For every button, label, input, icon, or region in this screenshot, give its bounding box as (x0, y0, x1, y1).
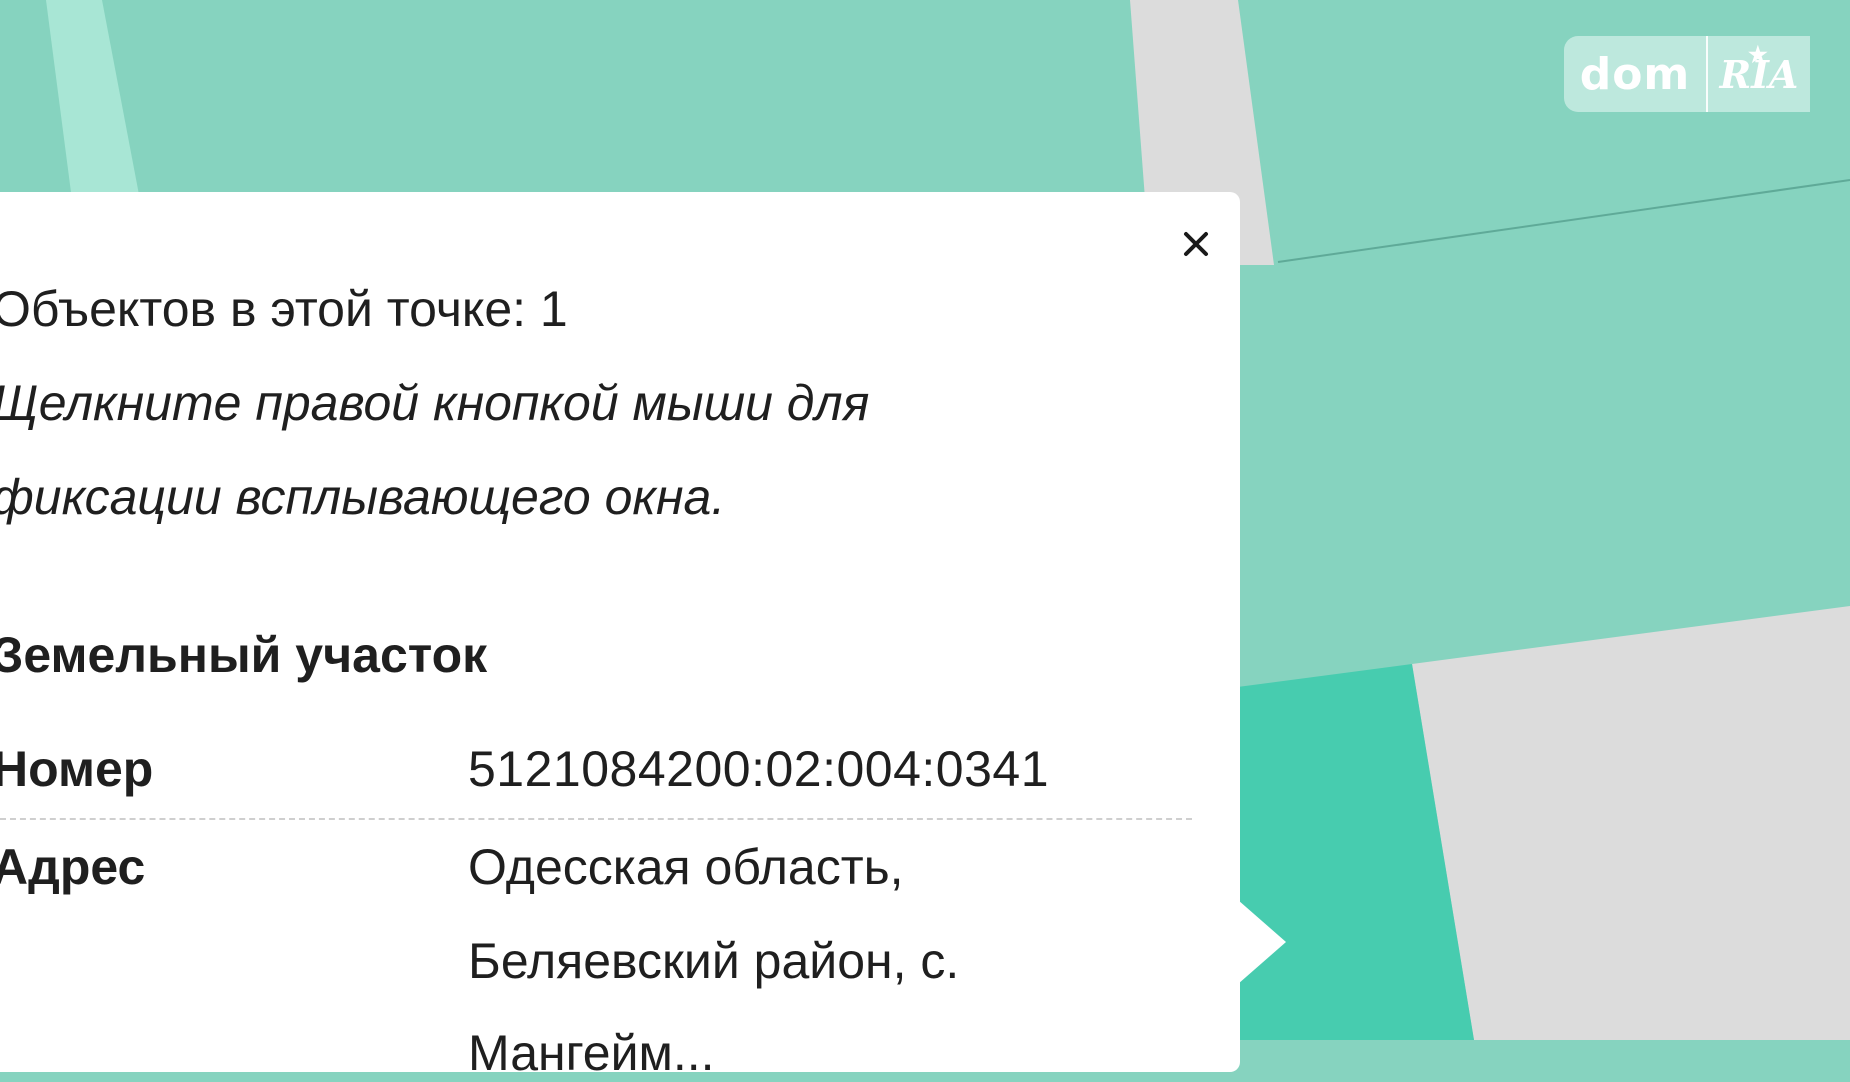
popup-pointer-arrow (1238, 900, 1286, 984)
popup-hint-line-1: Щелкните правой кнопкой мыши для (0, 375, 870, 431)
popup-hint-line-2: фиксации всплывающего окна. (0, 469, 726, 525)
domria-watermark-logo: dom ★ RIA (1564, 36, 1810, 112)
field-label-address: Адрес (0, 839, 146, 895)
address-value-line-1: Одесская область, (468, 839, 904, 895)
close-icon (1184, 232, 1208, 256)
watermark-dom-text: dom (1579, 48, 1691, 100)
popup-close-button[interactable] (1172, 220, 1220, 268)
address-value-line-2: Беляевский район, с. (468, 933, 960, 989)
section-title-land-plot: Земельный участок (0, 627, 488, 683)
objects-count-text: Объектов в этой точке: 1 (0, 281, 568, 337)
road-segment-lower (1412, 606, 1850, 1040)
field-label-number: Номер (0, 741, 154, 797)
star-icon: ★ (1748, 42, 1768, 68)
row-divider (0, 818, 1192, 820)
address-value-line-3: Мангейм... (468, 1025, 715, 1081)
cadastral-number-value: 5121084200:02:004:0341 (468, 741, 1050, 797)
watermark-ria-block: ★ RIA (1706, 36, 1810, 112)
